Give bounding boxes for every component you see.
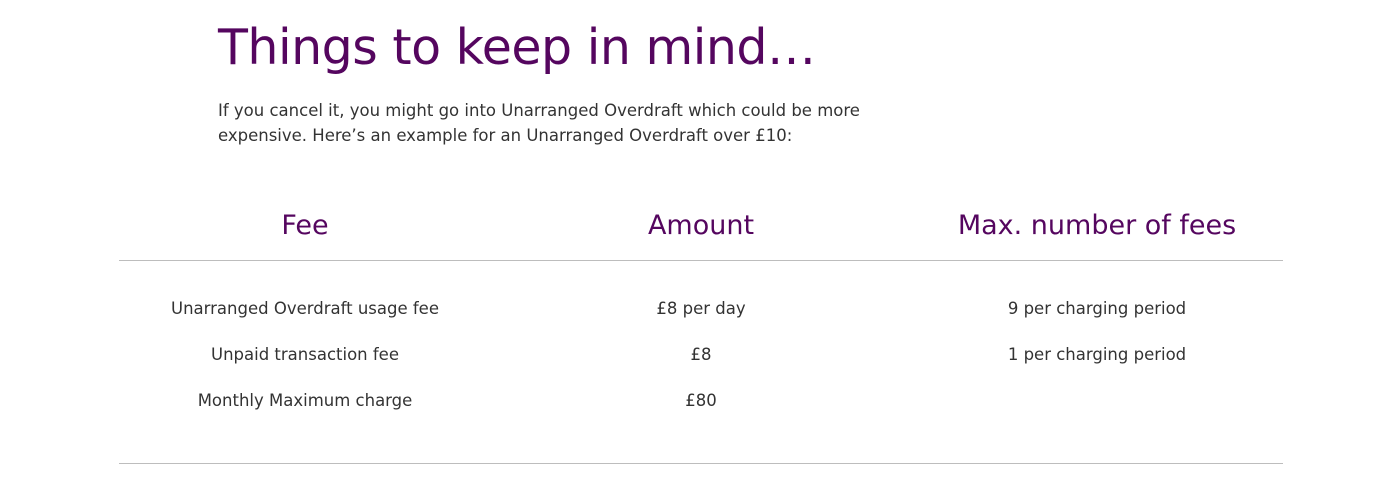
max-fees-cell: 9 per charging period (1007, 298, 1187, 318)
table-row: Unpaid transaction fee £8 1 per charging… (119, 331, 1283, 377)
max-fees-cell (911, 377, 1283, 464)
column-header-amount: Amount (491, 190, 911, 261)
max-fees-cell: 1 per charging period (1007, 344, 1187, 364)
intro-section: Things to keep in mind… If you cancel it… (218, 18, 898, 148)
column-header-fee: Fee (119, 190, 491, 261)
amount-cell: £8 (690, 344, 712, 364)
table-row: Monthly Maximum charge £80 (119, 377, 1283, 464)
fees-table: Fee Amount Max. number of fees Unarrange… (119, 190, 1283, 464)
fee-cell: Monthly Maximum charge (119, 377, 491, 464)
intro-paragraph: If you cancel it, you might go into Unar… (218, 101, 860, 145)
column-header-max-fees: Max. number of fees (911, 190, 1283, 261)
fee-cell: Unpaid transaction fee (211, 344, 399, 364)
fees-table-header: Fee Amount Max. number of fees (119, 190, 1283, 261)
fee-cell: Unarranged Overdraft usage fee (171, 298, 439, 318)
amount-cell: £8 per day (656, 298, 746, 318)
table-row: Unarranged Overdraft usage fee £8 per da… (119, 261, 1283, 332)
header-row: Fee Amount Max. number of fees (119, 190, 1283, 261)
amount-cell: £80 (491, 377, 911, 464)
fees-table-body: Unarranged Overdraft usage fee £8 per da… (119, 261, 1283, 464)
page-title: Things to keep in mind… (218, 19, 816, 76)
